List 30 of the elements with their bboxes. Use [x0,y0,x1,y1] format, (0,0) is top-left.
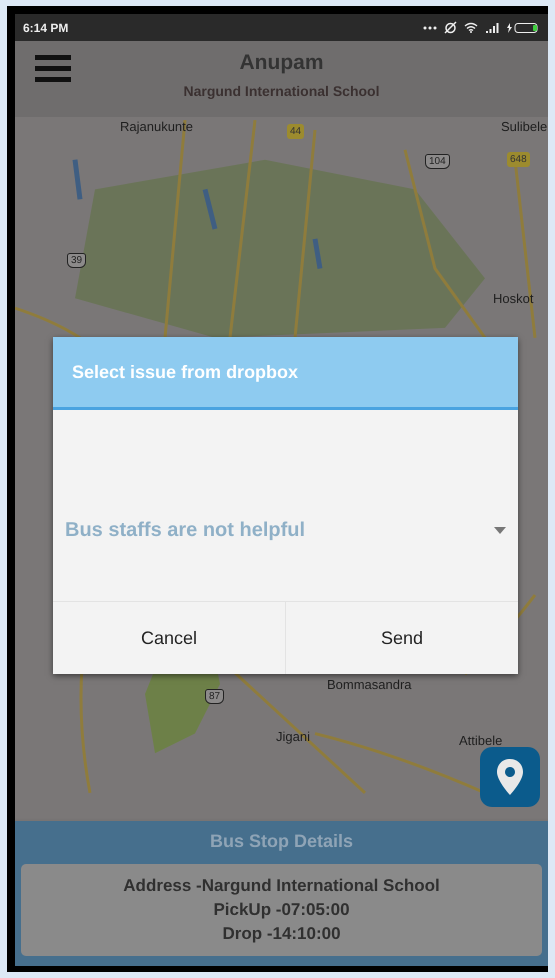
alarm-off-icon [444,21,457,34]
more-dots-icon [423,26,437,30]
status-time: 6:14 PM [23,20,68,34]
route-shield: 104 [425,154,450,169]
map-place-label: Rajanukunte [120,119,193,134]
map-place-label: Attibele [459,733,502,748]
highway-marker: 648 [507,152,530,167]
highway-marker: 44 [287,124,304,139]
dialog-button[interactable]: Cancel [53,602,285,674]
map-place-label: Hoskot [493,291,534,306]
route-shield: 39 [67,253,86,268]
wifi-icon [464,22,478,33]
battery-icon [506,22,540,34]
bus-stop-detail: Address -Nargund International School [123,875,440,897]
panel-heading: Bus Stop Details [208,830,354,853]
dialog-button[interactable]: Send [285,602,518,674]
signal-icon [485,22,499,33]
map-pin-icon [495,757,525,797]
caret-icon [494,527,506,534]
app-subtitle: Nargund International School [183,83,380,99]
bus-stop-detail: PickUp -07:05:00 [213,899,350,921]
route-shield: 87 [205,689,224,704]
location-button[interactable] [480,747,540,807]
dialog-title: Select issue from dropbox [53,337,518,410]
map-place-label: Sulibele [501,119,548,134]
bus-stop-detail: Drop -14:10:00 [222,923,341,945]
map-place-label: Bommasandra [327,677,412,692]
app-title: Anupam [240,51,324,75]
map-place-label: Jigani [276,729,310,744]
menu-icon[interactable] [35,55,71,83]
